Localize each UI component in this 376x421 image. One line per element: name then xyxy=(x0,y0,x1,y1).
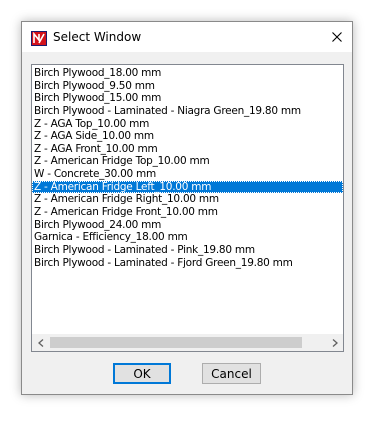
list-item[interactable]: Z - AGA Side_10.00 mm xyxy=(32,130,343,143)
list-item[interactable]: W - Concrete_30.00 mm xyxy=(32,168,343,181)
close-icon xyxy=(332,32,342,42)
horizontal-scrollbar[interactable] xyxy=(32,334,343,351)
app-logo-icon xyxy=(31,31,47,46)
list-item[interactable]: Garnica - Efficiency_18.00 mm xyxy=(32,231,343,244)
window-listbox[interactable]: Birch Plywood_18.00 mm Birch Plywood_9.50… xyxy=(31,64,344,352)
list-item[interactable]: Birch Plywood - Laminated - Niagra Green… xyxy=(32,105,343,118)
window-title: Select Window xyxy=(53,30,142,44)
ok-button[interactable]: OK xyxy=(113,363,171,384)
list-item[interactable]: Z - AGA Front_10.00 mm xyxy=(32,143,343,156)
list-item[interactable]: Birch Plywood_9.50 mm xyxy=(32,80,343,93)
list-item[interactable]: Z - American Fridge Left_10.00 mm xyxy=(32,180,343,194)
window-list: Birch Plywood_18.00 mm Birch Plywood_9.50… xyxy=(32,67,343,269)
list-item[interactable]: Birch Plywood_15.00 mm xyxy=(32,92,343,105)
list-item[interactable]: Birch Plywood_18.00 mm xyxy=(32,67,343,80)
list-item[interactable]: Z - AGA Top_10.00 mm xyxy=(32,118,343,131)
list-item[interactable]: Z - American Fridge Top_10.00 mm xyxy=(32,155,343,168)
list-item[interactable]: Birch Plywood - Laminated - Fjord Green_… xyxy=(32,257,343,270)
scroll-thumb[interactable] xyxy=(50,337,302,348)
list-item[interactable]: Z - American Fridge Right_10.00 mm xyxy=(32,193,343,206)
list-item[interactable]: Birch Plywood_24.00 mm xyxy=(32,219,343,232)
scroll-right-arrow[interactable] xyxy=(326,334,343,351)
cancel-button[interactable]: Cancel xyxy=(202,363,261,384)
chevron-right-icon xyxy=(332,338,338,347)
title-bar[interactable]: Select Window xyxy=(22,22,352,52)
scroll-left-arrow[interactable] xyxy=(32,334,49,351)
select-window-dialog: Select Window Birch Plywood_18.00 mm Birc… xyxy=(21,21,353,395)
chevron-left-icon xyxy=(37,338,43,347)
close-button[interactable] xyxy=(322,22,352,52)
list-item[interactable]: Birch Plywood - Laminated - Pink_19.80 m… xyxy=(32,244,343,257)
list-item[interactable]: Z - American Fridge Front_10.00 mm xyxy=(32,206,343,219)
